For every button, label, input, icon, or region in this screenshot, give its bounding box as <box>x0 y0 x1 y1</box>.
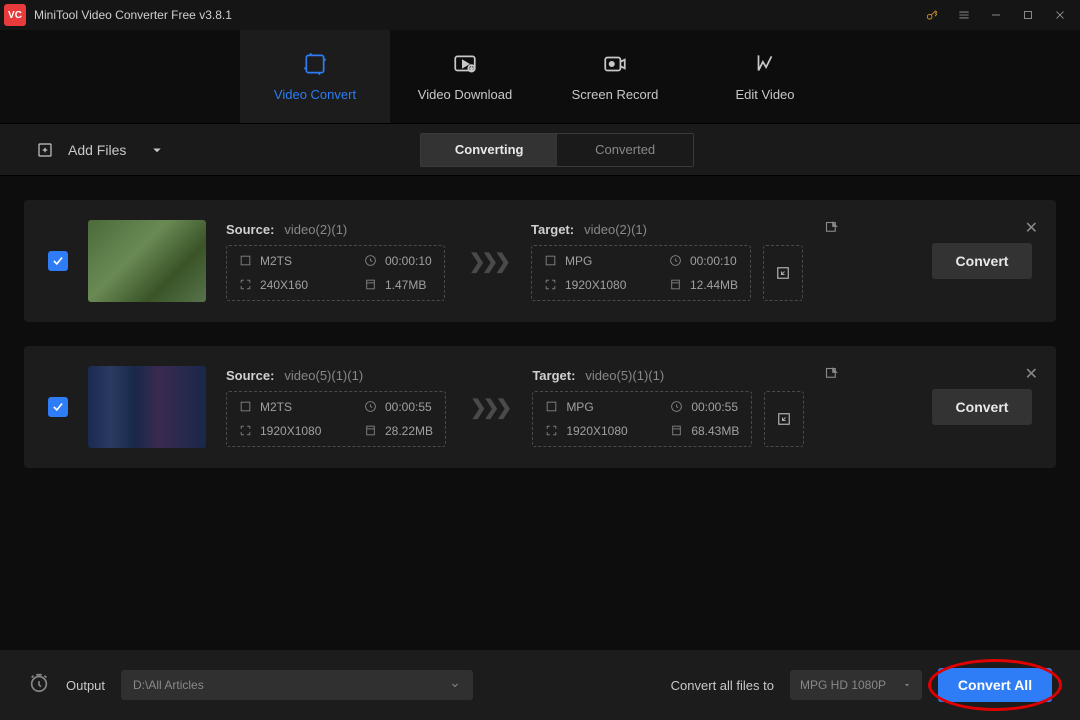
edit-target-icon[interactable] <box>824 220 839 240</box>
tab-screen-record[interactable]: Screen Record <box>540 30 690 123</box>
download-icon <box>452 51 478 77</box>
filesize-icon <box>364 278 377 291</box>
close-button[interactable] <box>1044 0 1076 30</box>
source-filename: video(2)(1) <box>284 222 347 237</box>
arrow-icon: ❯❯❯ <box>470 395 508 420</box>
edit-target-icon[interactable] <box>824 366 839 386</box>
tab-video-download[interactable]: Video Download <box>390 30 540 123</box>
app-title: MiniTool Video Converter Free v3.8.1 <box>34 8 232 22</box>
resolution-icon <box>239 278 252 291</box>
maximize-button[interactable] <box>1012 0 1044 30</box>
file-row: Source: video(2)(1) M2TS 00:00:10 240X160… <box>24 200 1056 322</box>
chevron-down-icon <box>148 141 166 159</box>
schedule-icon[interactable] <box>28 672 50 699</box>
row-checkbox[interactable] <box>48 397 68 417</box>
add-file-icon <box>36 141 54 159</box>
remove-row-button[interactable]: ✕ <box>1025 364 1038 384</box>
thumbnail <box>88 220 206 302</box>
output-path-select[interactable]: D:\All Articles <box>121 670 473 700</box>
clock-icon <box>364 254 377 267</box>
convert-button[interactable]: Convert <box>932 389 1032 425</box>
status-segmented: Converting Converted <box>420 133 694 167</box>
remove-row-button[interactable]: ✕ <box>1025 218 1038 238</box>
source-meta-box: M2TS 00:00:10 240X160 1.47MB <box>226 245 445 301</box>
minimize-button[interactable] <box>980 0 1012 30</box>
record-icon <box>602 51 628 77</box>
format-icon <box>239 254 252 267</box>
tab-converted[interactable]: Converted <box>557 134 693 166</box>
toolbar: Add Files Converting Converted <box>0 124 1080 176</box>
tab-edit-video[interactable]: Edit Video <box>690 30 840 123</box>
file-row: Source:video(5)(1)(1) M2TS 00:00:55 1920… <box>24 346 1056 468</box>
row-checkbox[interactable] <box>48 251 68 271</box>
title-bar: VC MiniTool Video Converter Free v3.8.1 <box>0 0 1080 30</box>
target-meta-box: MPG 00:00:10 1920X1080 12.44MB <box>531 245 751 301</box>
thumbnail <box>88 366 206 448</box>
menu-icon[interactable] <box>948 0 980 30</box>
add-files-button[interactable]: Add Files <box>36 141 166 159</box>
source-meta-box: M2TS 00:00:55 1920X1080 28.22MB <box>226 391 446 447</box>
key-icon[interactable] <box>916 0 948 30</box>
footer-bar: Output D:\All Articles Convert all files… <box>0 650 1080 720</box>
chevron-down-icon <box>449 679 461 691</box>
chevron-down-icon <box>902 680 912 690</box>
convert-all-button[interactable]: Convert All <box>938 668 1052 702</box>
target-filename: video(5)(1)(1) <box>585 368 664 383</box>
arrow-icon: ❯❯❯ <box>469 249 507 274</box>
convert-icon <box>302 51 328 77</box>
file-list: Source: video(2)(1) M2TS 00:00:10 240X160… <box>0 176 1080 468</box>
source-label: Source: <box>226 222 274 237</box>
target-label: Target: <box>531 222 574 237</box>
edit-icon <box>752 51 778 77</box>
source-filename: video(5)(1)(1) <box>284 368 363 383</box>
convert-button[interactable]: Convert <box>932 243 1032 279</box>
target-settings-button[interactable] <box>764 391 804 447</box>
convert-all-files-label: Convert all files to <box>671 678 774 693</box>
target-format-select[interactable]: MPG HD 1080P <box>790 670 922 700</box>
tab-video-convert[interactable]: Video Convert <box>240 30 390 123</box>
tab-converting[interactable]: Converting <box>421 134 557 166</box>
target-meta-box: MPG 00:00:55 1920X1080 68.43MB <box>532 391 752 447</box>
main-nav: Video Convert Video Download Screen Reco… <box>0 30 1080 124</box>
app-logo: VC <box>4 4 26 26</box>
output-label: Output <box>66 678 105 693</box>
target-filename: video(2)(1) <box>584 222 647 237</box>
target-settings-button[interactable] <box>763 245 803 301</box>
